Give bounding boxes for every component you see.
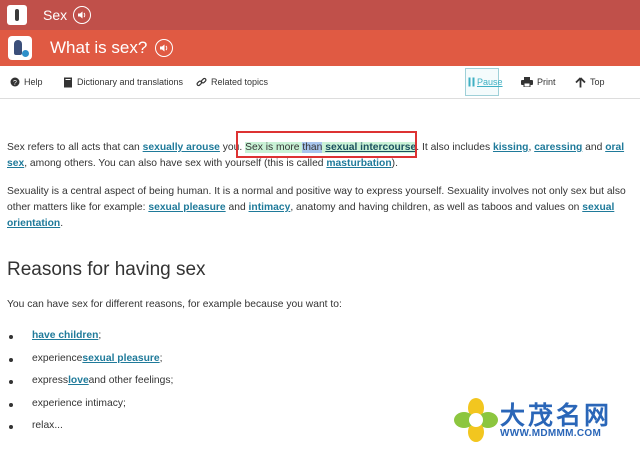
top-button[interactable]: Top bbox=[575, 75, 605, 89]
link-icon bbox=[196, 77, 207, 86]
pause-icon bbox=[468, 77, 475, 87]
help-icon: ? bbox=[10, 77, 20, 87]
top-label: Top bbox=[590, 77, 605, 87]
print-button[interactable]: Print bbox=[521, 75, 556, 89]
text: experience bbox=[32, 352, 83, 364]
link-sexually-arouse[interactable]: sexually arouse bbox=[143, 142, 220, 153]
list-item: express love and other feelings; bbox=[7, 375, 173, 398]
dictionary-label: Dictionary and translations bbox=[77, 77, 184, 87]
section-intro: You can have sex for different reasons, … bbox=[7, 299, 342, 310]
topic-icon bbox=[8, 36, 32, 60]
dictionary-button[interactable]: Dictionary and translations bbox=[63, 75, 183, 89]
text: relax... bbox=[32, 420, 63, 431]
list-item: have children; bbox=[7, 330, 173, 353]
flower-logo-icon bbox=[454, 398, 498, 442]
link-love[interactable]: love bbox=[68, 375, 89, 386]
paragraph-sexuality: Sexuality is a central aspect of being h… bbox=[7, 184, 632, 232]
watermark-url: WWW.MDMMM.COM bbox=[500, 428, 602, 439]
text: ; bbox=[159, 352, 163, 364]
toolbar: ? Help Dictionary and translations Relat… bbox=[0, 66, 640, 99]
related-topics-button[interactable]: Related topics bbox=[196, 75, 268, 89]
text: . bbox=[60, 218, 64, 229]
text: and bbox=[225, 202, 249, 213]
help-button[interactable]: ? Help bbox=[10, 75, 43, 89]
svg-text:?: ? bbox=[13, 80, 17, 87]
page-title: What is sex? bbox=[50, 38, 148, 57]
printer-icon bbox=[521, 77, 533, 87]
text: and bbox=[582, 142, 606, 153]
book-icon bbox=[64, 77, 72, 87]
watermark-chinese: 大茂名网 bbox=[500, 401, 613, 430]
arrow-up-icon bbox=[575, 76, 586, 87]
link-have-children[interactable]: have children bbox=[32, 330, 98, 341]
link-sexual-pleasure[interactable]: sexual pleasure bbox=[148, 202, 225, 213]
section-heading: Reasons for having sex bbox=[7, 259, 206, 280]
text: . It also includes bbox=[416, 142, 493, 153]
list-item: experience intimacy; bbox=[7, 398, 173, 421]
app-logo-icon bbox=[7, 5, 27, 25]
text: ). bbox=[391, 158, 398, 169]
link-intimacy[interactable]: intimacy bbox=[249, 202, 291, 213]
pause-label: Pause bbox=[477, 77, 503, 87]
pause-button[interactable]: Pause bbox=[468, 75, 503, 89]
list-item: relax... bbox=[7, 420, 173, 443]
app-topbar: Sex bbox=[0, 0, 640, 30]
link-sexual-pleasure-2[interactable]: sexual pleasure bbox=[82, 353, 159, 364]
help-label: Help bbox=[24, 77, 43, 87]
speaker-icon[interactable] bbox=[73, 6, 92, 24]
text: and other feelings; bbox=[88, 375, 174, 386]
text: , among others. You can also have sex wi… bbox=[24, 158, 327, 169]
list-item: experience sexual pleasure; bbox=[7, 353, 173, 376]
text: Sex refers to all acts that can bbox=[7, 142, 143, 153]
topbar-title: Sex bbox=[43, 7, 68, 23]
text: , anatomy and having children, as well a… bbox=[290, 202, 583, 213]
reasons-list: have children; experience sexual pleasur… bbox=[7, 330, 173, 443]
link-kissing[interactable]: kissing bbox=[493, 142, 528, 153]
link-caressing[interactable]: caressing bbox=[534, 142, 582, 153]
read-aloud-icon[interactable] bbox=[155, 39, 174, 57]
site-watermark: 大茂名网 WWW.MDMMM.COM bbox=[454, 396, 634, 446]
text: express bbox=[32, 375, 69, 386]
text: ; bbox=[98, 330, 102, 341]
page-titlebar: What is sex? bbox=[0, 30, 640, 66]
related-topics-label: Related topics bbox=[211, 77, 269, 87]
print-label: Print bbox=[537, 77, 556, 87]
red-highlight-frame bbox=[236, 131, 417, 158]
text: experience intimacy; bbox=[32, 397, 126, 409]
link-masturbation[interactable]: masturbation bbox=[326, 158, 391, 169]
